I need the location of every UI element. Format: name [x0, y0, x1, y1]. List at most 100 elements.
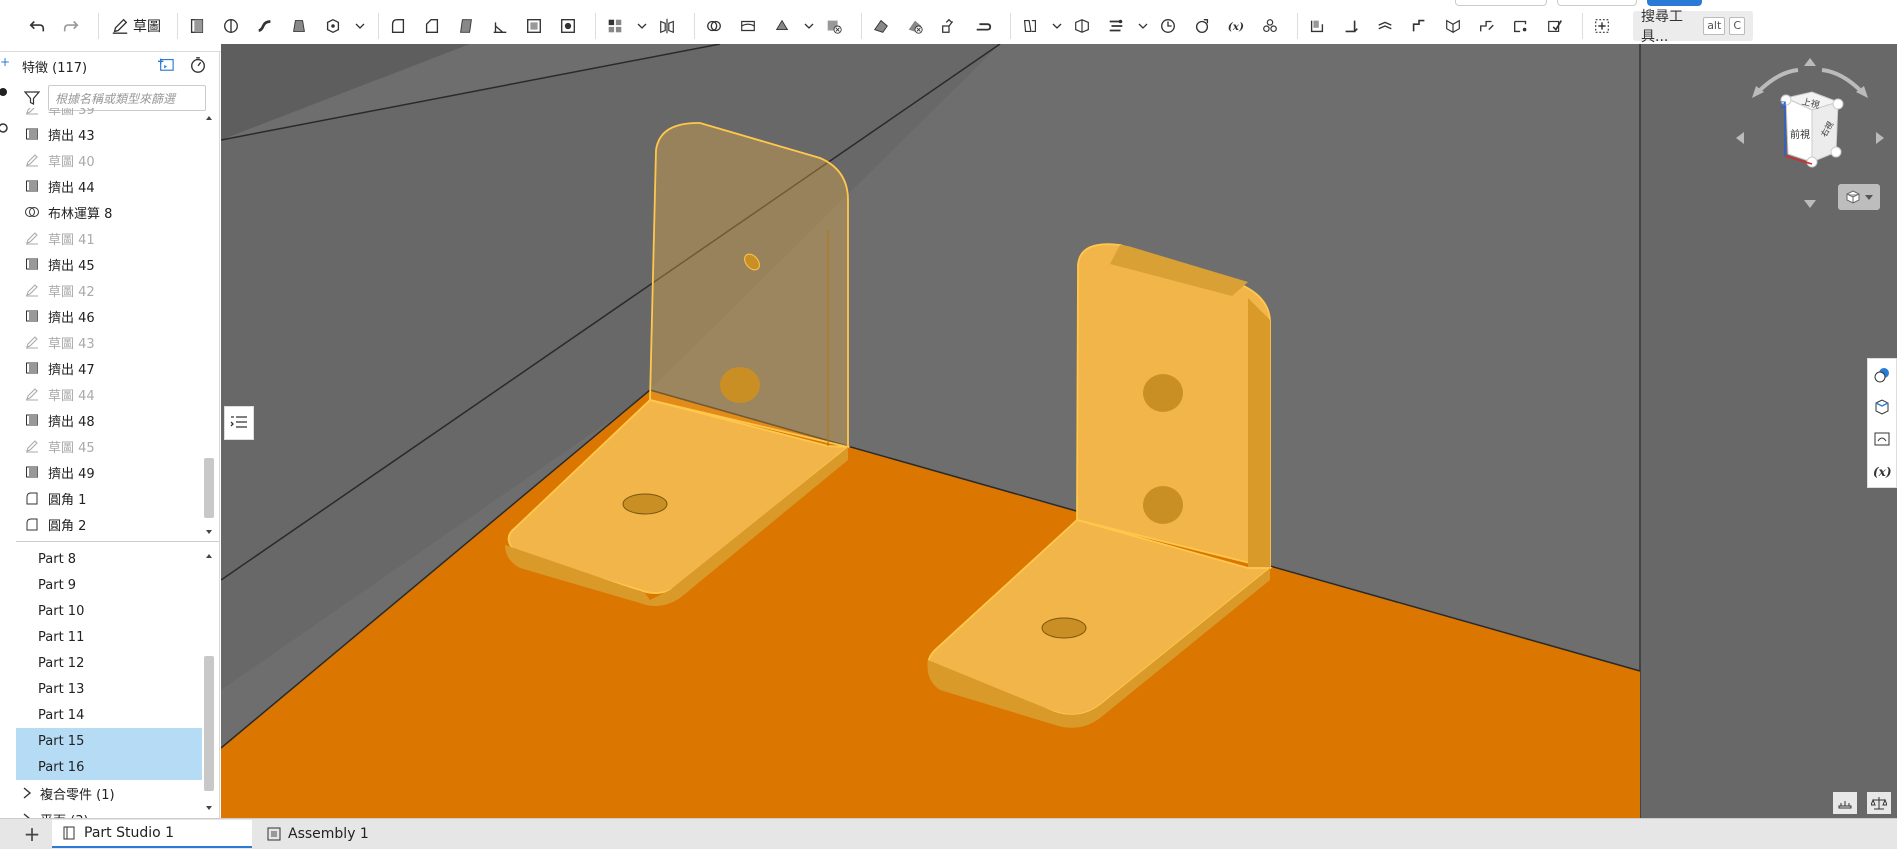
feature-item[interactable]: 草圖 39: [16, 108, 208, 121]
feature-label: 擠出 45: [48, 258, 95, 274]
sm-flange-icon[interactable]: [1338, 13, 1364, 39]
chevron-down-icon[interactable]: [1051, 13, 1063, 39]
scale-icon[interactable]: [1867, 792, 1891, 814]
feature-item[interactable]: 擠出 46: [16, 303, 208, 329]
boolean-icon[interactable]: [701, 13, 727, 39]
variable-table-icon[interactable]: (x): [1868, 455, 1896, 487]
chevron-down-icon[interactable]: [1137, 13, 1149, 39]
section-view-icon[interactable]: [1868, 391, 1896, 423]
view-options-button[interactable]: [1838, 184, 1880, 210]
feature-item[interactable]: 擠出 47: [16, 355, 208, 381]
measure-icon[interactable]: [1833, 792, 1857, 814]
part-item[interactable]: Part 11: [16, 624, 202, 650]
feature-item[interactable]: 擠出 43: [16, 121, 208, 147]
transform-icon[interactable]: [769, 13, 795, 39]
sm-bend-relief-icon[interactable]: [1474, 13, 1500, 39]
feature-item[interactable]: 圓角 1: [16, 485, 208, 511]
part-item[interactable]: Part 16: [16, 754, 202, 780]
filter-icon[interactable]: [24, 90, 40, 106]
feature-item[interactable]: 草圖 45: [16, 433, 208, 459]
loft-icon[interactable]: [286, 13, 312, 39]
svg-text:(x): (x): [1873, 465, 1892, 479]
feature-panel-header: 特徵 (117): [16, 52, 219, 80]
hole-icon[interactable]: [555, 13, 581, 39]
sm-hem-icon[interactable]: [1372, 13, 1398, 39]
frame-icon[interactable]: [1103, 13, 1129, 39]
tab-assembly-1[interactable]: Assembly 1: [256, 820, 456, 848]
part-item[interactable]: Part 15: [16, 728, 202, 754]
flange-icon[interactable]: [936, 13, 962, 39]
draft-icon[interactable]: [453, 13, 479, 39]
add-tab-button[interactable]: +: [16, 819, 48, 849]
part-item[interactable]: Part 8: [16, 546, 202, 572]
view-cube[interactable]: 上視 前視 右視 Z: [1730, 52, 1890, 212]
part-item[interactable]: Part 12: [16, 650, 202, 676]
appearance-icon[interactable]: [1868, 359, 1896, 391]
feature-item[interactable]: 草圖 44: [16, 381, 208, 407]
feature-item[interactable]: 布林運算 8: [16, 199, 208, 225]
sweep-icon[interactable]: [252, 13, 278, 39]
extrude-icon[interactable]: [184, 13, 210, 39]
undo-icon[interactable]: [24, 13, 50, 39]
revolve-icon[interactable]: [218, 13, 244, 39]
cube-icon: [1846, 190, 1860, 204]
feature-item[interactable]: 圓角 2: [16, 511, 208, 537]
variable-icon[interactable]: (x): [1223, 13, 1249, 39]
feature-item[interactable]: 草圖 42: [16, 277, 208, 303]
sm-make-joint-icon[interactable]: [1508, 13, 1534, 39]
feature-item[interactable]: 擠出 44: [16, 173, 208, 199]
feature-item[interactable]: 擠出 45: [16, 251, 208, 277]
redo-icon[interactable]: [58, 13, 84, 39]
sketch-button[interactable]: 草圖: [105, 11, 167, 41]
chevron-down-icon[interactable]: [803, 13, 815, 39]
3d-viewport[interactable]: [221, 44, 1897, 818]
extrude-feature-icon: [24, 412, 40, 428]
part-item[interactable]: Part 9: [16, 572, 202, 598]
composite-parts-group[interactable]: 複合零件 (1): [16, 780, 202, 806]
timer-icon[interactable]: [189, 56, 207, 74]
scroll-thumb[interactable]: [204, 458, 214, 518]
sm-joint-icon[interactable]: [1406, 13, 1432, 39]
part-item[interactable]: Part 14: [16, 702, 202, 728]
mirror-icon[interactable]: [654, 13, 680, 39]
parts-list-scrollbar[interactable]: [202, 546, 216, 818]
chevron-down-icon[interactable]: [636, 13, 648, 39]
search-tools-button[interactable]: 搜尋工具... alt C: [1633, 9, 1753, 45]
add-folder-icon[interactable]: [157, 56, 175, 72]
rib-icon[interactable]: [487, 13, 513, 39]
mass-properties-icon[interactable]: [1868, 423, 1896, 455]
sheet-metal-model-icon[interactable]: [1304, 13, 1330, 39]
shell-icon[interactable]: [521, 13, 547, 39]
thicken-icon[interactable]: [320, 13, 346, 39]
feature-item[interactable]: 草圖 41: [16, 225, 208, 251]
sm-corner-icon[interactable]: [1440, 13, 1466, 39]
part-item[interactable]: Part 13: [16, 676, 202, 702]
split-icon[interactable]: [735, 13, 761, 39]
part-item[interactable]: Part 10: [16, 598, 202, 624]
group-label: 平面 (3): [40, 810, 89, 819]
tab-icon[interactable]: [1017, 13, 1043, 39]
delete-part-icon[interactable]: [821, 13, 847, 39]
feature-list-scrollbar[interactable]: [202, 108, 216, 542]
pattern-icon[interactable]: [602, 13, 628, 39]
hem-icon[interactable]: [970, 13, 996, 39]
sheet-metal-finish-icon[interactable]: [902, 13, 928, 39]
feature-item[interactable]: 擠出 49: [16, 459, 208, 485]
replace-face-icon[interactable]: [1189, 13, 1215, 39]
bend-relief-icon[interactable]: [1069, 13, 1095, 39]
chevron-down-icon[interactable]: [354, 13, 366, 39]
sheet-metal-icon[interactable]: [868, 13, 894, 39]
feature-item[interactable]: 草圖 40: [16, 147, 208, 173]
chamfer-icon[interactable]: [419, 13, 445, 39]
add-custom-feature-icon[interactable]: [1589, 13, 1615, 39]
configurations-icon[interactable]: [1257, 13, 1283, 39]
feature-item[interactable]: 草圖 43: [16, 329, 208, 355]
feature-item[interactable]: 擠出 48: [16, 407, 208, 433]
history-icon[interactable]: [1155, 13, 1181, 39]
scroll-thumb[interactable]: [204, 656, 214, 791]
tab-part-studio-1[interactable]: Part Studio 1: [52, 820, 252, 848]
fillet-icon[interactable]: [385, 13, 411, 39]
feature-list-toggle-button[interactable]: [224, 406, 254, 440]
sm-finish-icon[interactable]: [1542, 13, 1568, 39]
planes-group[interactable]: 平面 (3): [16, 806, 202, 818]
